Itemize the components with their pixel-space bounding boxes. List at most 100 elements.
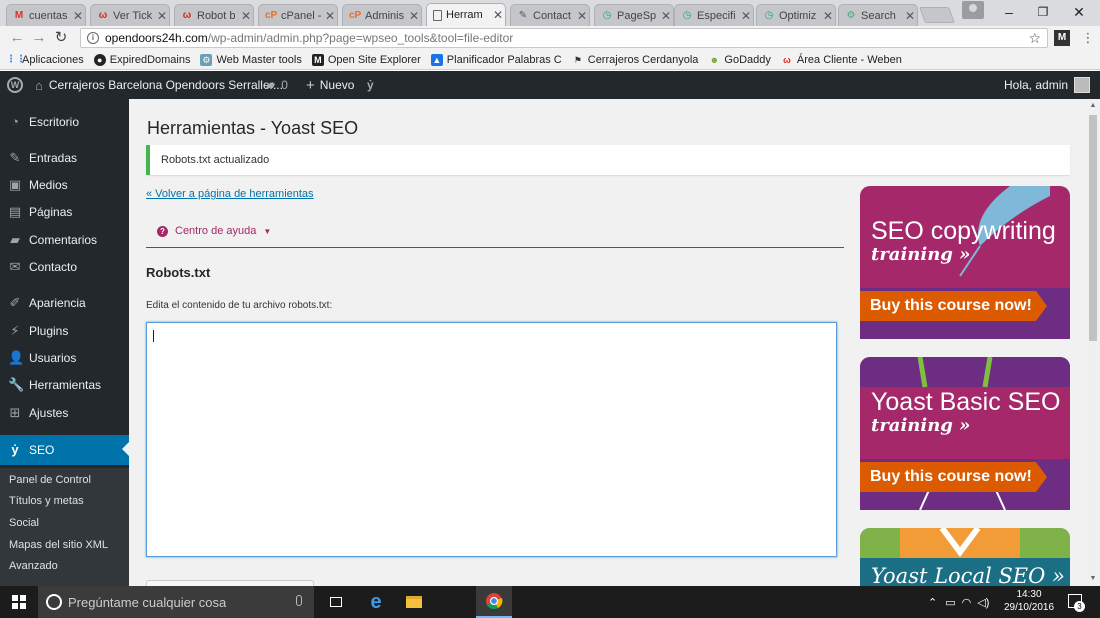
sidebar-item-seo[interactable]: ẏ SEO: [0, 435, 129, 465]
sidebar-item-medios[interactable]: ▣ Medios: [0, 171, 129, 198]
scroll-down-arrow-icon[interactable]: ▼: [1086, 572, 1100, 586]
close-icon[interactable]: ✕: [821, 9, 835, 23]
sidebar-item-label: Escritorio: [29, 114, 80, 129]
buy-course-button[interactable]: Buy this course now!: [860, 462, 1047, 492]
tab-especificar[interactable]: ◷ Especifi ✕: [674, 4, 754, 26]
gmail-icon: M: [14, 9, 24, 21]
submenu-item-panel[interactable]: Panel de Control: [9, 474, 91, 486]
help-center-toggle[interactable]: ? Centro de ayuda ▼: [157, 225, 271, 237]
reload-icon[interactable]: ↻: [52, 29, 70, 47]
cortana-search-box[interactable]: Pregúntame cualquier cosa: [38, 586, 314, 618]
new-content-link[interactable]: + Nuevo: [306, 71, 354, 99]
tab-herramientas[interactable]: Herram ✕: [426, 3, 506, 26]
bookmark-expireddomains[interactable]: ● ExpiredDomains: [93, 53, 190, 66]
restore-button[interactable]: ❐: [1028, 3, 1058, 21]
close-icon[interactable]: ✕: [491, 8, 505, 22]
close-icon[interactable]: ✕: [407, 9, 421, 23]
bookmark-open-site-explorer[interactable]: M Open Site Explorer: [311, 53, 421, 66]
ad-seo-copywriting[interactable]: SEO copywriting training » Buy this cour…: [860, 186, 1070, 339]
scroll-up-arrow-icon[interactable]: ▲: [1086, 99, 1100, 113]
sidebar-item-label: Usuarios: [29, 350, 77, 365]
submenu-item-social[interactable]: Social: [9, 517, 39, 529]
close-icon[interactable]: ✕: [903, 9, 917, 23]
ad-yoast-local-seo[interactable]: Yoast Local SEO »: [860, 528, 1070, 586]
tab-search[interactable]: ⚙ Search ✕: [838, 4, 918, 26]
close-icon[interactable]: ✕: [239, 9, 253, 23]
sidebar-item-plugins[interactable]: ⚡ Plugins: [0, 317, 129, 344]
tab-gmail[interactable]: M cuentas ✕: [6, 4, 86, 26]
tab-optimizar[interactable]: ◷ Optimiz ✕: [756, 4, 836, 26]
sidebar-item-escritorio[interactable]: ◔ Escritorio: [0, 108, 129, 135]
my-account-link[interactable]: Hola, admin: [1004, 71, 1091, 99]
volume-icon[interactable]: ◁): [977, 596, 989, 609]
submenu-item-avanzado[interactable]: Avanzado: [9, 560, 58, 572]
sidebar-item-ajustes[interactable]: ⊞ Ajustes: [0, 399, 129, 426]
sidebar-item-herramientas[interactable]: 🔧 Herramientas: [0, 371, 129, 398]
tab-label: Herram: [446, 9, 483, 21]
close-window-button[interactable]: ✕: [1064, 3, 1094, 21]
close-icon[interactable]: ✕: [659, 9, 673, 23]
profile-icon[interactable]: [962, 1, 984, 19]
sidebar-item-entradas[interactable]: ✎ Entradas: [0, 144, 129, 171]
wordpress-logo-button[interactable]: W: [7, 71, 23, 99]
sidebar-item-contacto[interactable]: ✉ Contacto: [0, 253, 129, 280]
page-scrollbar[interactable]: ▲ ▼: [1086, 99, 1100, 586]
bookmark-area-cliente[interactable]: ω Área Cliente - Weben: [781, 54, 902, 66]
chevron-up-icon[interactable]: ⌃: [928, 596, 937, 609]
sidebar-item-paginas[interactable]: ▤ Páginas: [0, 198, 129, 225]
submenu-item-titulos[interactable]: Títulos y metas: [9, 495, 84, 507]
minimize-button[interactable]: –: [994, 3, 1024, 21]
close-icon[interactable]: ✕: [739, 9, 753, 23]
address-bar[interactable]: i opendoors24h.com /wp-admin/admin.php?p…: [80, 28, 1048, 48]
wordpress-icon: W: [7, 77, 23, 93]
file-explorer-button[interactable]: [396, 586, 432, 618]
bookmark-cerrajeros[interactable]: ⚑ Cerrajeros Cerdanyola: [572, 54, 699, 66]
sidebar-item-comentarios[interactable]: ▰ Comentarios: [0, 226, 129, 253]
microphone-icon[interactable]: [296, 595, 302, 606]
seo-submenu: Panel de Control Títulos y metas Social …: [0, 468, 129, 586]
tab-contact[interactable]: ✎ Contact ✕: [510, 4, 590, 26]
close-icon[interactable]: ✕: [155, 9, 169, 23]
windows-start-icon[interactable]: [12, 595, 26, 609]
info-icon[interactable]: i: [87, 32, 99, 44]
submenu-item-sitemaps[interactable]: Mapas del sitio XML: [9, 539, 108, 551]
robots-txt-editor[interactable]: [146, 322, 837, 557]
forward-arrow-icon[interactable]: →: [30, 29, 48, 47]
extension-icon[interactable]: M: [1054, 30, 1070, 46]
tab-robot[interactable]: ω Robot b ✕: [174, 4, 254, 26]
battery-icon[interactable]: ▭: [945, 596, 955, 609]
search-placeholder: Pregúntame cualquier cosa: [68, 594, 227, 610]
close-icon[interactable]: ✕: [575, 9, 589, 23]
bookmark-godaddy[interactable]: ☻ GoDaddy: [708, 54, 771, 66]
tab-ver-ticket[interactable]: ω Ver Tick ✕: [90, 4, 170, 26]
site-name-link[interactable]: ⌂ Cerrajeros Barcelona Opendoors Serrall…: [35, 71, 283, 99]
chrome-icon: [486, 593, 503, 610]
ad-yoast-basic-seo[interactable]: Yoast Basic SEO training » Buy this cour…: [860, 357, 1070, 510]
sidebar-item-label: Páginas: [29, 204, 73, 219]
buy-course-button[interactable]: Buy this course now!: [860, 291, 1047, 321]
task-view-button[interactable]: [318, 586, 354, 618]
wifi-icon[interactable]: ◠: [962, 596, 972, 609]
scrollbar-thumb[interactable]: [1089, 115, 1097, 341]
tab-admin[interactable]: cP Adminis ✕: [342, 4, 422, 26]
system-clock[interactable]: 14:30 29/10/2016: [1000, 588, 1058, 614]
bookmark-aplicaciones[interactable]: ⋮⋮ Aplicaciones: [6, 54, 84, 66]
close-icon[interactable]: ✕: [323, 9, 337, 23]
back-to-tools-link[interactable]: « Volver a página de herramientas: [146, 188, 314, 200]
sidebar-item-usuarios[interactable]: 👤 Usuarios: [0, 344, 129, 371]
chrome-taskbar-button[interactable]: [476, 586, 512, 618]
tab-cpanel[interactable]: cP cPanel - ✕: [258, 4, 338, 26]
sidebar-item-apariencia[interactable]: ✐ Apariencia: [0, 289, 129, 316]
edge-button[interactable]: e: [358, 586, 394, 618]
new-tab-button[interactable]: [919, 7, 955, 23]
bookmark-webmaster[interactable]: ⚙ Web Master tools: [200, 53, 302, 66]
menu-dots-icon[interactable]: ⋮: [1080, 30, 1096, 46]
bookmark-star-icon[interactable]: ☆: [1028, 30, 1041, 47]
close-icon[interactable]: ✕: [71, 9, 85, 23]
back-arrow-icon[interactable]: ←: [8, 29, 26, 47]
bookmark-planificador[interactable]: ▲ Planificador Palabras C: [430, 53, 562, 66]
comments-link[interactable]: ▰ 0: [266, 71, 288, 99]
yoast-adminbar-icon[interactable]: ẏ: [367, 71, 374, 99]
clock-date: 29/10/2016: [1003, 602, 1055, 613]
tab-pagespeed[interactable]: ◷ PageSp ✕: [594, 4, 674, 26]
